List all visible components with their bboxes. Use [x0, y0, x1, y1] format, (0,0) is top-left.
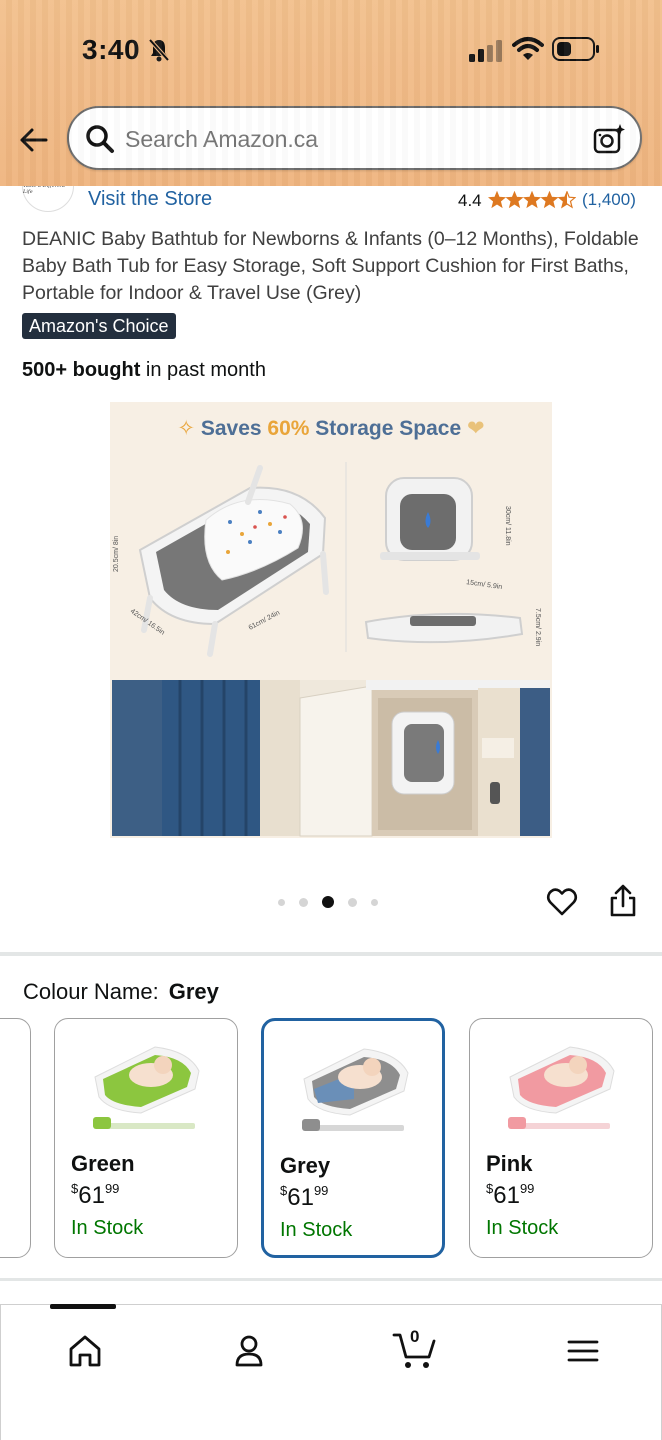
swatch-name: Grey [280, 1153, 331, 1178]
cellular-signal-icon [469, 40, 502, 62]
half-star-icon [558, 191, 576, 208]
swatch-stock-status: In Stock [71, 1217, 144, 1239]
back-arrow-icon[interactable] [18, 124, 50, 156]
swatch-name: Green [71, 1151, 135, 1176]
section-divider [0, 1278, 662, 1281]
status-time: 3:40 [82, 34, 141, 65]
star-rating[interactable] [488, 191, 576, 209]
search-input[interactable] [125, 123, 565, 155]
colour-name-label: Colour Name: Grey [23, 979, 219, 1004]
app-header: 3:40 [0, 0, 662, 186]
wifi-icon [512, 37, 544, 60]
grey-tub-thumbnail [302, 1048, 409, 1131]
flat-bathtub-drawing: 7.5cm/ 2.9in [364, 608, 541, 646]
colour-swatch-pink[interactable]: Pink $6199 In Stock [469, 1018, 653, 1258]
pink-tub-thumbnail [508, 1046, 615, 1129]
swatch-stock-status: In Stock [280, 1219, 353, 1241]
product-illustration: 20.5cm/ 8in 42cm/ 16.5in 61cm/ 24in 30cm… [112, 462, 550, 837]
svg-text:7.5cm/ 2.9in: 7.5cm/ 2.9in [534, 608, 541, 646]
green-tub-thumbnail [93, 1046, 200, 1129]
svg-text:61cm/ 24in: 61cm/ 24in [248, 609, 282, 631]
account-icon[interactable] [229, 1331, 269, 1371]
search-bar[interactable] [67, 106, 642, 170]
star-icon [523, 191, 541, 208]
visit-store-link[interactable]: Visit the Store [88, 188, 212, 211]
heart-icon[interactable] [546, 886, 578, 918]
open-bathtub-drawing: 20.5cm/ 8in 42cm/ 16.5in 61cm/ 24in [113, 465, 329, 657]
bottom-navigation-bar: 0 [0, 1304, 662, 1440]
carousel-dots[interactable] [278, 896, 378, 908]
store-logo[interactable]: Taste a Different Life [22, 186, 74, 212]
share-icon[interactable] [608, 884, 638, 918]
star-icon [488, 191, 506, 208]
svg-text:20.5cm/ 8in: 20.5cm/ 8in [113, 536, 120, 572]
colour-swatch-partial[interactable] [0, 1018, 31, 1258]
cart-count: 0 [410, 1327, 420, 1346]
svg-text:30cm/ 11.8in: 30cm/ 11.8in [504, 506, 511, 546]
svg-text:15cm/ 5.9in: 15cm/ 5.9in [466, 579, 503, 591]
swatch-price: $6199 [280, 1183, 329, 1211]
cart-button[interactable]: 0 [391, 1327, 437, 1371]
product-image[interactable]: ✧ Saves 60% Storage Space ❤ 20.5cm/ 8in … [110, 402, 552, 838]
product-title: DEANIC Baby Bathtub for Newborns & Infan… [22, 228, 639, 304]
swatch-stock-status: In Stock [486, 1217, 559, 1239]
search-icon [86, 125, 114, 153]
swatch-price: $6199 [71, 1181, 120, 1209]
amazons-choice-badge[interactable]: Amazon's Choice [22, 313, 176, 339]
menu-icon[interactable] [563, 1331, 603, 1371]
carousel-dot[interactable] [371, 898, 378, 906]
carousel-dot[interactable] [278, 898, 285, 906]
rating-value: 4.4 [458, 191, 482, 210]
battery-icon [552, 37, 599, 61]
active-tab-indicator [50, 1304, 116, 1309]
colour-swatch-grey[interactable]: Grey $6199 In Stock [261, 1018, 445, 1258]
home-icon[interactable] [65, 1331, 105, 1371]
bought-in-past-month: 500+ bought in past month [22, 359, 266, 381]
bell-off-icon [148, 38, 170, 62]
star-icon [506, 191, 523, 208]
swatch-price: $6199 [486, 1181, 535, 1209]
colour-swatch-green[interactable]: Green $6199 In Stock [54, 1018, 238, 1258]
star-icon [541, 191, 558, 208]
folded-bathtub-drawing: 30cm/ 11.8in 15cm/ 5.9in [380, 477, 511, 591]
camera-search-icon[interactable] [592, 122, 626, 156]
bathroom-cabinet-photo [112, 680, 550, 837]
carousel-dot[interactable] [348, 897, 357, 907]
section-divider [0, 952, 662, 956]
carousel-dot[interactable] [299, 897, 308, 907]
carousel-dot-active[interactable] [322, 896, 334, 908]
swatch-name: Pink [486, 1151, 533, 1176]
rating-count-link[interactable]: (1,400) [582, 190, 636, 210]
